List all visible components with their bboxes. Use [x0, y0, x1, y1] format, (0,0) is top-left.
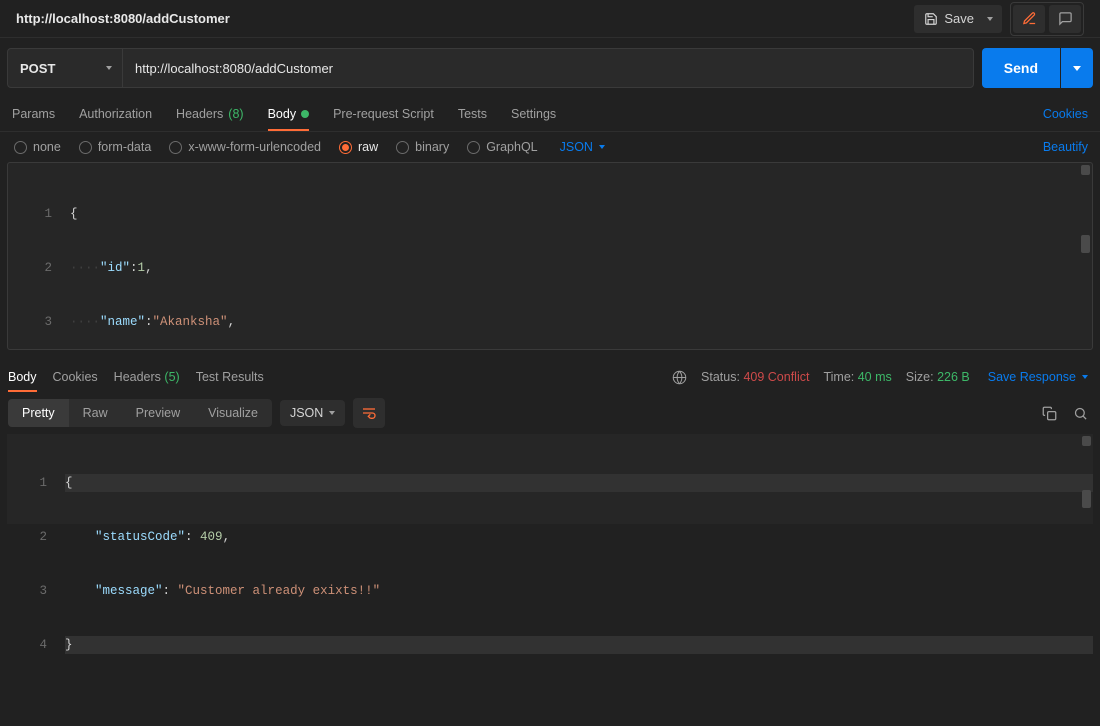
- status-value: 409 Conflict: [743, 370, 809, 384]
- chevron-down-icon: [329, 411, 335, 415]
- size-value: 226 B: [937, 370, 970, 384]
- copy-icon[interactable]: [1042, 406, 1057, 421]
- chevron-down-icon: [987, 17, 993, 21]
- tab-authorization[interactable]: Authorization: [79, 96, 152, 131]
- radio-label: x-www-form-urlencoded: [188, 140, 321, 154]
- page-title: http://localhost:8080/addCustomer: [16, 11, 230, 26]
- pencil-icon: [1022, 11, 1037, 26]
- dropdown-label: JSON: [290, 406, 323, 420]
- bodytype-urlencoded[interactable]: x-www-form-urlencoded: [169, 140, 321, 154]
- resp-view-pretty[interactable]: Pretty: [8, 399, 69, 427]
- resp-headers-count: (5): [164, 370, 179, 384]
- time-value: 40 ms: [858, 370, 892, 384]
- time-label: Time:: [823, 370, 854, 384]
- wrap-icon: [361, 406, 377, 420]
- resp-tab-testresults[interactable]: Test Results: [196, 364, 264, 390]
- editor-code: { ····"id":1, ····"name":"Akanksha", ···…: [64, 163, 1092, 349]
- send-button[interactable]: Send: [982, 48, 1060, 88]
- line-number: 3: [8, 313, 52, 331]
- line-number: 4: [7, 636, 47, 654]
- edit-button[interactable]: [1013, 5, 1045, 33]
- dropdown-label: JSON: [560, 140, 593, 154]
- save-button[interactable]: Save: [914, 5, 984, 33]
- radio-label: raw: [358, 140, 378, 154]
- save-label: Save: [944, 11, 974, 26]
- chevron-down-icon: [1073, 66, 1081, 71]
- wrap-lines-button[interactable]: [353, 398, 385, 428]
- editor-code: { "statusCode": 409, "message": "Custome…: [59, 434, 1093, 524]
- resp-view-raw[interactable]: Raw: [69, 399, 122, 427]
- bodytype-none[interactable]: none: [14, 140, 61, 154]
- method-select[interactable]: POST: [8, 49, 123, 87]
- radio-icon: [169, 141, 182, 154]
- tab-headers[interactable]: Headers (8): [176, 96, 244, 131]
- scrollbar-thumb[interactable]: [1082, 436, 1091, 446]
- resp-tab-label: Headers: [114, 370, 161, 384]
- resp-view-preview[interactable]: Preview: [122, 399, 194, 427]
- tab-params[interactable]: Params: [12, 96, 55, 131]
- chevron-down-icon: [599, 145, 605, 149]
- body-format-dropdown[interactable]: JSON: [560, 140, 605, 154]
- scrollbar-thumb[interactable]: [1081, 165, 1090, 175]
- line-number: 1: [7, 474, 47, 492]
- radio-label: form-data: [98, 140, 152, 154]
- radio-icon: [396, 141, 409, 154]
- radio-label: binary: [415, 140, 449, 154]
- line-number: 1: [8, 205, 52, 223]
- request-body-editor[interactable]: 1 2 3 4 5 { ····"id":1, ····"name":"Akan…: [7, 162, 1093, 350]
- tab-settings[interactable]: Settings: [511, 96, 556, 131]
- comment-button[interactable]: [1049, 5, 1081, 33]
- status-label: Status:: [701, 370, 740, 384]
- tab-tests[interactable]: Tests: [458, 96, 487, 131]
- save-response-button[interactable]: Save Response: [988, 370, 1088, 384]
- method-label: POST: [20, 61, 55, 76]
- url-input[interactable]: [123, 49, 973, 87]
- size-label: Size:: [906, 370, 934, 384]
- bodytype-graphql[interactable]: GraphQL: [467, 140, 537, 154]
- radio-icon: [14, 141, 27, 154]
- scrollbar-thumb[interactable]: [1081, 235, 1090, 253]
- bodytype-formdata[interactable]: form-data: [79, 140, 152, 154]
- method-url-bar: POST: [7, 48, 974, 88]
- radio-icon: [339, 141, 352, 154]
- tab-headers-label: Headers: [176, 107, 223, 121]
- search-icon[interactable]: [1073, 406, 1088, 421]
- line-number: 2: [8, 259, 52, 277]
- line-number: 3: [7, 582, 47, 600]
- scrollbar-thumb[interactable]: [1082, 490, 1091, 508]
- tab-body[interactable]: Body: [268, 96, 310, 131]
- resp-view-visualize[interactable]: Visualize: [194, 399, 272, 427]
- body-active-dot-icon: [301, 110, 309, 118]
- editor-gutter: 1 2 3 4 5: [8, 163, 64, 349]
- save-icon: [924, 12, 938, 26]
- resp-tab-body[interactable]: Body: [8, 364, 37, 390]
- editor-gutter: 1 2 3 4: [7, 434, 59, 524]
- radio-label: GraphQL: [486, 140, 537, 154]
- globe-icon[interactable]: [672, 370, 687, 385]
- resp-format-dropdown[interactable]: JSON: [280, 400, 345, 426]
- save-response-label: Save Response: [988, 370, 1076, 384]
- chevron-down-icon: [106, 66, 112, 70]
- chevron-down-icon: [1082, 375, 1088, 379]
- bodytype-binary[interactable]: binary: [396, 140, 449, 154]
- response-body-editor[interactable]: 1 2 3 4 { "statusCode": 409, "message": …: [7, 434, 1093, 524]
- resp-tab-headers[interactable]: Headers (5): [114, 364, 180, 390]
- cookies-link[interactable]: Cookies: [1043, 107, 1088, 121]
- comment-icon: [1058, 11, 1073, 26]
- tab-prerequest[interactable]: Pre-request Script: [333, 96, 434, 131]
- tab-body-label: Body: [268, 107, 297, 121]
- line-number: 2: [7, 528, 47, 546]
- save-caret-button[interactable]: [978, 5, 1002, 33]
- radio-icon: [467, 141, 480, 154]
- resp-view-mode: Pretty Raw Preview Visualize: [8, 399, 272, 427]
- headers-count: (8): [228, 107, 243, 121]
- beautify-link[interactable]: Beautify: [1043, 140, 1088, 154]
- resp-tab-cookies[interactable]: Cookies: [53, 364, 98, 390]
- send-caret-button[interactable]: [1061, 48, 1093, 88]
- radio-label: none: [33, 140, 61, 154]
- radio-icon: [79, 141, 92, 154]
- bodytype-raw[interactable]: raw: [339, 140, 378, 154]
- top-actions: Save: [914, 2, 1084, 36]
